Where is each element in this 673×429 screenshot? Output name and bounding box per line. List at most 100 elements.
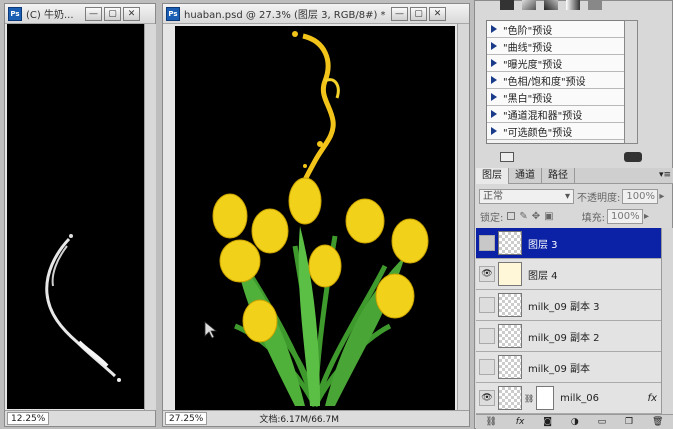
brush-icon[interactable] — [544, 0, 558, 10]
close-button[interactable]: ✕ — [429, 7, 446, 21]
preset-channel-mixer[interactable]: "通道混和器"预设 — [487, 106, 637, 123]
main-window-titlebar[interactable]: Ps huaban.psd @ 27.3% (图层 3, RGB/8#) * —… — [163, 4, 469, 24]
tab-paths[interactable]: 路径 — [542, 168, 575, 184]
panel-footer-icon-right[interactable] — [624, 152, 642, 162]
preset-selective-color[interactable]: "可选颜色"预设 — [487, 123, 637, 140]
layer-name: 图层 3 — [528, 239, 558, 251]
left-statusbar: 12.25% — [5, 410, 155, 426]
restore-button[interactable]: ▢ — [410, 7, 427, 21]
lock-move-icon[interactable]: ✥ — [532, 211, 540, 222]
layer-row[interactable]: milk_09 副本 3 — [476, 290, 661, 321]
selective-color-icon[interactable] — [588, 0, 602, 10]
preset-levels[interactable]: "色阶"预设 — [487, 21, 637, 38]
group-icon[interactable]: ▭ — [598, 417, 607, 427]
tab-layers[interactable]: 图层 — [476, 168, 509, 184]
lock-fill-row: 锁定: ✎ ✥ ▣ 填充: 100% ▸ — [476, 206, 673, 226]
left-canvas[interactable] — [7, 24, 144, 409]
eye-icon[interactable]: 👁 — [479, 390, 495, 406]
photoshop-workspace: Ps (C) 牛奶... — ▢ ✕ 12.25% Ps huaban.psd … — [0, 0, 673, 429]
gradient-icon[interactable] — [566, 0, 580, 10]
left-window-titlebar[interactable]: Ps (C) 牛奶... — ▢ ✕ — [5, 4, 155, 24]
layer-thumbnail — [498, 231, 522, 255]
lock-label: 锁定: — [480, 212, 504, 224]
layer-thumbnail — [498, 324, 522, 348]
blend-mode-select[interactable]: 正常 ▾ — [479, 188, 574, 204]
main-statusbar: 27.25% 文档:6.17M/66.7M — [163, 410, 469, 426]
doc-info: 文档:6.17M/66.7M — [259, 415, 340, 425]
photoshop-icon: Ps — [166, 6, 180, 21]
expand-triangle-icon — [491, 59, 497, 67]
fill-field[interactable]: 100% — [606, 208, 643, 224]
preset-black-white[interactable]: "黑白"预设 — [487, 89, 637, 106]
expand-triangle-icon — [491, 110, 497, 118]
main-zoom-field[interactable]: 27.25% — [165, 412, 208, 425]
expand-triangle-icon — [491, 25, 497, 33]
left-document-window: Ps (C) 牛奶... — ▢ ✕ 12.25% — [4, 3, 156, 427]
opacity-field[interactable]: 100% — [622, 188, 659, 204]
adjustment-icons-row — [500, 0, 620, 12]
layer-row[interactable]: milk_09 副本 2 — [476, 321, 661, 352]
layer-thumbnail — [498, 262, 522, 286]
expand-triangle-icon — [491, 93, 497, 101]
blend-opacity-row: 正常 ▾ 不透明度: 100% ▸ — [476, 186, 673, 206]
presets-scrollbar[interactable] — [624, 20, 638, 144]
layer-row[interactable]: 👁 图层 4 — [476, 259, 661, 290]
visibility-toggle[interactable] — [479, 297, 495, 313]
layer-row[interactable]: milk_09 副本 — [476, 352, 661, 383]
opacity-arrow-icon[interactable]: ▸ — [659, 191, 664, 202]
layer-name: 图层 4 — [528, 270, 558, 282]
milk-splash-image — [45, 234, 121, 382]
lock-paint-icon[interactable]: ✎ — [519, 211, 527, 222]
fill-arrow-icon[interactable]: ▸ — [644, 211, 649, 222]
lock-transparent-icon[interactable] — [507, 212, 516, 220]
visibility-toggle[interactable] — [479, 235, 495, 251]
expand-triangle-icon — [491, 76, 497, 84]
preset-hue-saturation[interactable]: "色相/饱和度"预设 — [487, 72, 637, 89]
adjustment-presets-list: "色阶"预设 "曲线"预设 "曝光度"预设 "色相/饱和度"预设 "黑白"预设 … — [486, 20, 638, 144]
layer-name: milk_09 副本 2 — [528, 332, 600, 344]
main-document-window: Ps huaban.psd @ 27.3% (图层 3, RGB/8#) * —… — [162, 3, 470, 427]
tab-channels[interactable]: 通道 — [509, 168, 542, 184]
mask-icon[interactable]: ◙ — [543, 417, 552, 427]
close-button[interactable]: ✕ — [123, 7, 140, 21]
adjustment-icon[interactable]: ◑ — [571, 417, 579, 427]
visibility-toggle[interactable] — [479, 359, 495, 375]
new-layer-icon[interactable]: ❐ — [625, 417, 633, 427]
preset-exposure[interactable]: "曝光度"预设 — [487, 55, 637, 72]
tulip-artwork — [204, 31, 429, 408]
chain-link-icon[interactable]: ⛓ — [524, 394, 534, 403]
main-vertical-scrollbar[interactable] — [457, 24, 469, 410]
layer-row[interactable]: 👁 ⛓ milk_06 fx — [476, 383, 661, 414]
left-window-title: (C) 牛奶... — [26, 10, 74, 21]
main-canvas[interactable] — [175, 26, 455, 410]
eye-icon[interactable]: 👁 — [479, 266, 495, 282]
restore-button[interactable]: ▢ — [104, 7, 121, 21]
levels-icon[interactable] — [500, 0, 514, 10]
minimize-button[interactable]: — — [391, 7, 408, 21]
layer-name: milk_06 — [560, 392, 599, 404]
opacity-label: 不透明度: — [577, 192, 621, 204]
layer-thumbnail — [498, 355, 522, 379]
layer-thumbnail — [498, 386, 522, 410]
curves-icon[interactable] — [522, 0, 536, 10]
layer-row[interactable]: 图层 3 — [476, 228, 661, 259]
fx-icon[interactable]: fx — [516, 417, 525, 427]
link-icon[interactable]: ⛓ — [485, 417, 496, 427]
layer-mask-thumbnail[interactable] — [536, 386, 555, 410]
left-zoom-field[interactable]: 12.25% — [7, 412, 50, 425]
layers-bottom-bar: ⛓ fx ◙ ◑ ▭ ❐ 🗑 — [476, 414, 673, 429]
expand-triangle-icon — [491, 42, 497, 50]
left-vertical-scrollbar[interactable] — [144, 24, 156, 410]
visibility-toggle[interactable] — [479, 328, 495, 344]
expand-triangle-icon — [491, 127, 497, 135]
fill-label: 填充: — [581, 212, 605, 224]
photoshop-icon: Ps — [8, 6, 22, 21]
trash-icon[interactable]: 🗑 — [652, 417, 663, 427]
panel-menu-icon[interactable]: ▾≡ — [659, 168, 673, 183]
fx-badge[interactable]: fx — [648, 393, 657, 404]
preset-curves[interactable]: "曲线"预设 — [487, 38, 637, 55]
lock-all-icon[interactable]: ▣ — [544, 211, 553, 222]
minimize-button[interactable]: — — [85, 7, 102, 21]
panel-footer-icon-left[interactable] — [500, 152, 514, 162]
layers-scrollbar[interactable] — [661, 228, 673, 414]
